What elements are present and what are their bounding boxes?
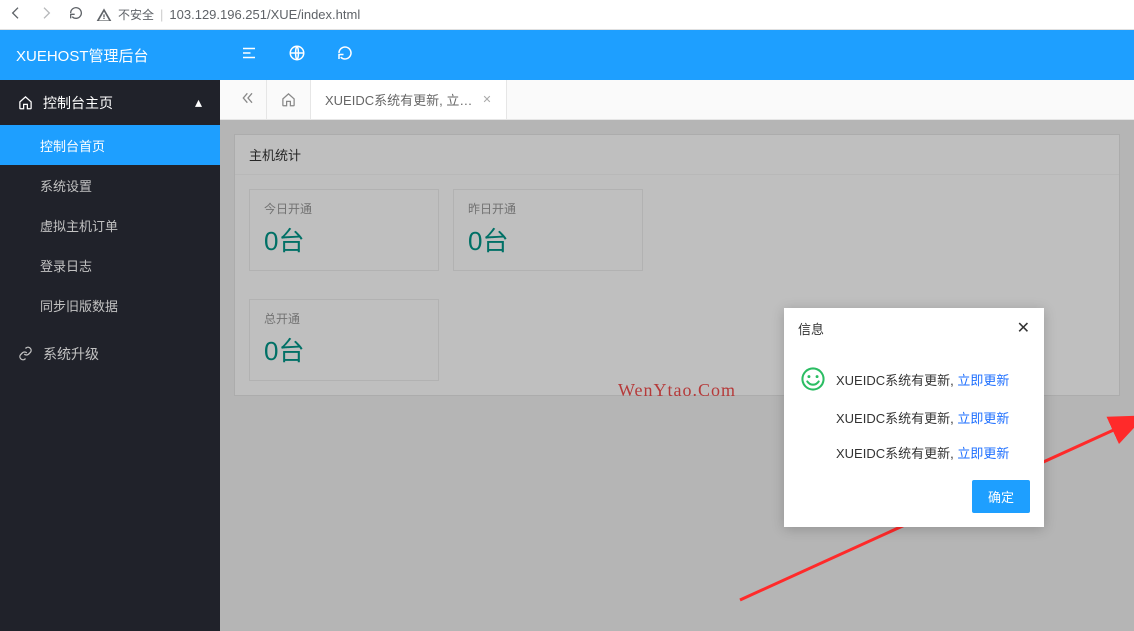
close-icon[interactable]: ✕ [1017, 318, 1030, 338]
modal-row-text: XUEIDC系统有更新, 立即更新 [836, 443, 1009, 462]
refresh-icon[interactable] [336, 44, 354, 67]
home-icon [18, 95, 33, 110]
sidebar-item-syncold[interactable]: 同步旧版数据 [0, 285, 220, 325]
warning-icon [96, 7, 112, 23]
sidebar-item-home[interactable]: 控制台首页 [0, 125, 220, 165]
sidebar-upgrade-label: 系统升级 [43, 344, 99, 364]
modal-row-text: XUEIDC系统有更新, 立即更新 [836, 408, 1009, 427]
address-bar[interactable]: 不安全 | 103.129.196.251/XUE/index.html [96, 6, 360, 23]
reload-icon[interactable] [68, 5, 84, 24]
topbar [220, 30, 1134, 80]
sidebar-item-loginlog[interactable]: 登录日志 [0, 245, 220, 285]
browser-toolbar: 不安全 | 103.129.196.251/XUE/index.html [0, 0, 1134, 30]
chevron-up-icon: ▴ [195, 94, 202, 111]
update-link[interactable]: 立即更新 [957, 446, 1009, 461]
modal-title: 信息 [798, 319, 824, 338]
sidebar-item-upgrade[interactable]: 系统升级 [0, 331, 220, 376]
collapse-left-icon[interactable] [230, 90, 266, 109]
insecure-label: 不安全 [118, 6, 154, 23]
globe-icon[interactable] [288, 44, 306, 67]
sidebar-item-settings[interactable]: 系统设置 [0, 165, 220, 205]
sidebar-item-orders[interactable]: 虚拟主机订单 [0, 205, 220, 245]
brand-title: XUEHOST管理后台 [0, 30, 220, 80]
close-icon[interactable]: ✕ [482, 93, 491, 106]
tabbar: XUEIDC系统有更新, 立… ✕ [220, 80, 1134, 120]
forward-icon[interactable] [38, 5, 54, 24]
menu-toggle-icon[interactable] [240, 44, 258, 67]
info-modal: 信息 ✕ XUEIDC系统有更新, 立即更新 XUEIDC系统有更新, 立即更新… [784, 308, 1044, 527]
back-icon[interactable] [8, 5, 24, 24]
modal-row-text: XUEIDC系统有更新, 立即更新 [836, 370, 1009, 389]
update-link[interactable]: 立即更新 [957, 411, 1009, 426]
update-link[interactable]: 立即更新 [957, 373, 1009, 388]
sidebar: XUEHOST管理后台 控制台主页 ▴ 控制台首页 系统设置 虚拟主机订单 登录… [0, 30, 220, 631]
url-text: 103.129.196.251/XUE/index.html [169, 7, 360, 22]
sidebar-section-console[interactable]: 控制台主页 ▴ [0, 80, 220, 125]
tab-update[interactable]: XUEIDC系统有更新, 立… ✕ [311, 80, 507, 119]
link-icon [18, 346, 33, 361]
smile-icon [800, 366, 826, 392]
home-icon [281, 92, 296, 107]
ok-button[interactable]: 确定 [972, 480, 1030, 513]
tab-label: XUEIDC系统有更新, 立… [325, 90, 472, 109]
main-area: XUEIDC系统有更新, 立… ✕ 主机统计 今日开通 0台 昨日开通 0台 [220, 30, 1134, 631]
tab-home[interactable] [266, 80, 311, 119]
sidebar-section-label: 控制台主页 [43, 93, 113, 113]
